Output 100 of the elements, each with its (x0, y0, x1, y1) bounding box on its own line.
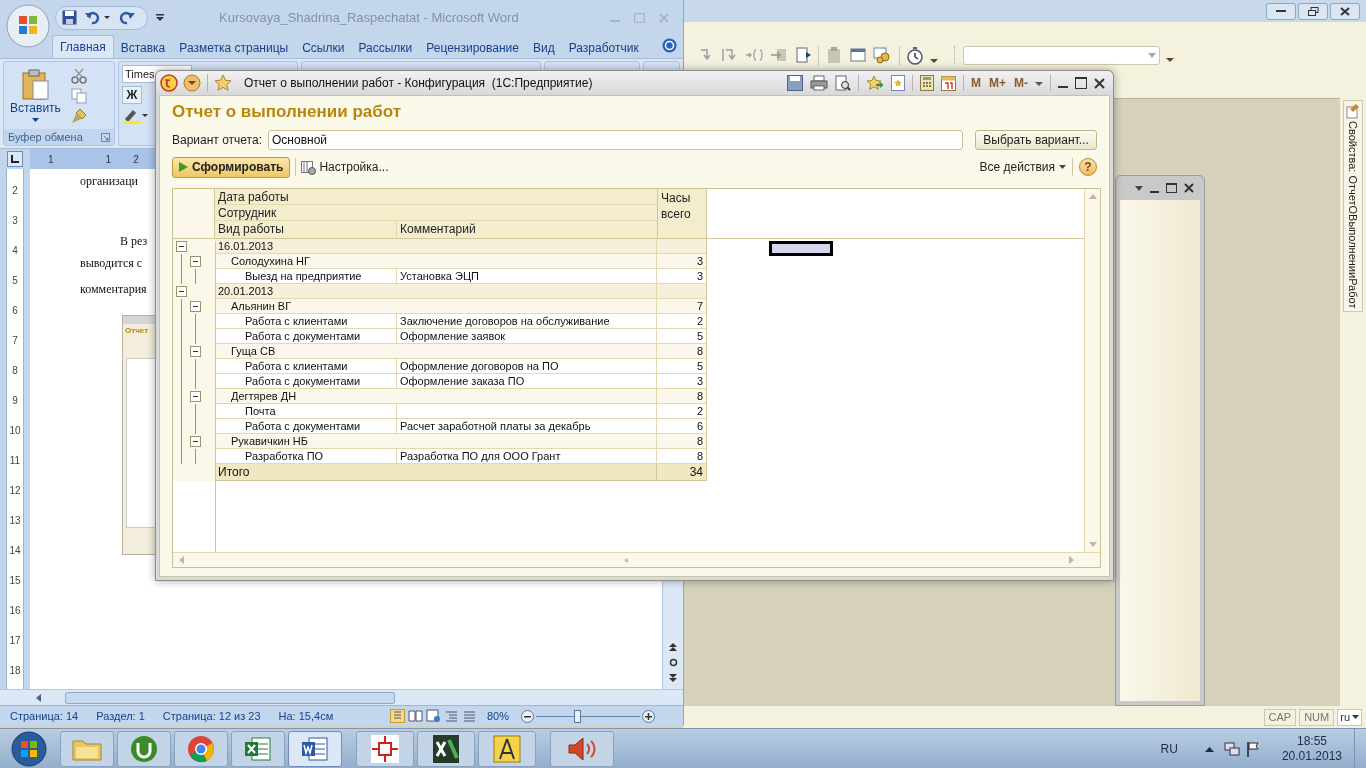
spreadsheet-icon (244, 735, 272, 762)
collapse-icon[interactable] (190, 436, 201, 447)
logo-icon[interactable] (160, 74, 178, 92)
taskbar-button[interactable] (356, 730, 414, 767)
flag-icon[interactable] (1245, 740, 1260, 757)
ribbon-tab[interactable]: Главная (52, 35, 114, 58)
bold-button[interactable]: Ж (122, 86, 142, 104)
taskbar-button[interactable] (288, 730, 342, 767)
ribbon-tab[interactable]: Разработчик (561, 37, 646, 58)
restore-button[interactable] (1298, 2, 1328, 20)
ruler-number: 13 (9, 514, 21, 528)
caret-icon (31, 118, 39, 122)
web-layout-icon[interactable] (426, 709, 441, 723)
start-button[interactable] (9, 729, 49, 768)
print-preview-icon[interactable] (835, 75, 851, 91)
office-logo-icon[interactable] (6, 4, 50, 48)
previous-page-icon[interactable] (668, 642, 678, 652)
save-icon[interactable] (787, 75, 803, 91)
ruler-number: 4 (12, 244, 18, 258)
scissors-icon[interactable] (70, 67, 87, 84)
variant-field[interactable]: Основной (268, 130, 963, 150)
printer-icon[interactable] (810, 75, 828, 91)
ribbon-tab[interactable]: Вставка (113, 37, 173, 58)
language-indicator[interactable]: RU (1160, 739, 1178, 758)
taskbar-button[interactable] (478, 730, 536, 767)
brush-icon[interactable] (70, 107, 87, 124)
properties-side-tab[interactable]: Свойства: ОтчетОВыполненииРабот (1343, 100, 1363, 313)
help-button[interactable]: ? (1079, 158, 1097, 176)
zoom-slider-track[interactable] (536, 709, 640, 723)
reading-layout-icon[interactable] (408, 709, 423, 723)
gears-icon[interactable] (873, 46, 893, 64)
help-icon[interactable] (662, 38, 677, 53)
stopwatch-icon[interactable] (906, 46, 924, 66)
zoom-level-label[interactable]: 80% (487, 707, 521, 725)
taskbar-button[interactable] (417, 730, 475, 767)
collapse-icon[interactable] (190, 346, 201, 357)
taskbar-button[interactable] (231, 730, 285, 767)
next-page-icon[interactable] (668, 673, 678, 683)
ruler-number: 15 (9, 574, 21, 588)
table-cell: Работа с документами (215, 419, 397, 434)
memory-button[interactable]: M+ (989, 74, 1006, 92)
close-icon[interactable] (1184, 183, 1194, 193)
tab-selector-icon[interactable] (7, 151, 23, 167)
collapse-icon[interactable] (190, 301, 201, 312)
minimize-button[interactable] (1266, 2, 1296, 20)
close-button[interactable] (1330, 2, 1360, 20)
close-icon[interactable] (1094, 77, 1105, 89)
collapse-icon[interactable] (190, 256, 201, 267)
field-label: Вариант отчета: (172, 132, 262, 149)
network-icon[interactable] (1223, 740, 1240, 757)
dropdown-menu-icon[interactable] (183, 74, 201, 92)
status-text: Страница: 14 (10, 708, 79, 724)
collapse-icon[interactable] (176, 241, 187, 252)
ribbon-tab[interactable]: Рецензирование (419, 37, 526, 58)
dialog-launcher-icon[interactable] (101, 132, 110, 142)
customize-caret-icon[interactable] (156, 13, 164, 22)
calendar-icon[interactable] (941, 75, 956, 91)
memory-button[interactable]: M (971, 74, 981, 92)
star-icon[interactable] (214, 74, 232, 92)
ruler-number: 3 (12, 214, 18, 228)
all-actions-menu[interactable]: Все действия (979, 158, 1066, 176)
star-arrow-icon[interactable] (866, 75, 884, 91)
calculator-icon[interactable] (920, 75, 934, 91)
choose-variant-button[interactable]: Выбрать вариант... (975, 130, 1097, 150)
browse-object-icon[interactable] (668, 658, 678, 667)
collapse-icon[interactable] (190, 391, 201, 402)
zoom-slider-thumb[interactable] (573, 709, 581, 723)
import-icon[interactable] (770, 46, 788, 64)
ribbon-tab[interactable]: Разметка страницы (172, 37, 296, 58)
ribbon-tab[interactable]: Вид (525, 37, 562, 58)
clock-date[interactable]: 20.01.2013 (1281, 748, 1342, 764)
clock-time[interactable]: 18:55 (1296, 733, 1327, 749)
undo-icon[interactable] (85, 10, 111, 25)
settings-button[interactable]: Настройка... (301, 158, 389, 176)
redo-icon[interactable] (119, 10, 135, 25)
collapse-icon[interactable] (176, 286, 187, 297)
caret-icon[interactable] (1135, 185, 1143, 191)
table-cell: Оформление заказа ПО (397, 374, 657, 389)
save-icon[interactable] (62, 10, 77, 25)
ribbon-tab[interactable]: Ссылки (295, 37, 352, 58)
paste-button[interactable]: Вставить (10, 69, 61, 122)
horizontal-scroll-thumb[interactable] (65, 691, 395, 704)
zoom-in-icon[interactable] (642, 709, 655, 723)
show-hidden-icons-icon[interactable] (1204, 745, 1214, 752)
clipboard-icon[interactable] (825, 46, 843, 64)
table-cell: Работа с документами (215, 374, 397, 389)
maximize-icon[interactable] (1075, 77, 1087, 89)
document-icon[interactable] (794, 46, 812, 64)
window-icon[interactable] (849, 46, 867, 64)
zoom-out-icon[interactable] (521, 709, 534, 723)
cell-cursor[interactable] (769, 241, 833, 256)
memory-button[interactable]: M- (1014, 74, 1028, 92)
text-line: В рез (120, 233, 148, 250)
header-corner-cell (173, 189, 215, 238)
generate-button[interactable]: Сформировать (172, 156, 291, 178)
ribbon-tab[interactable]: Рассылки (351, 37, 420, 58)
caret-icon[interactable] (1035, 79, 1043, 87)
highlight-icon[interactable] (122, 107, 148, 125)
maximize-icon[interactable] (1166, 183, 1177, 193)
language-dropdown[interactable]: ru (1337, 708, 1362, 726)
